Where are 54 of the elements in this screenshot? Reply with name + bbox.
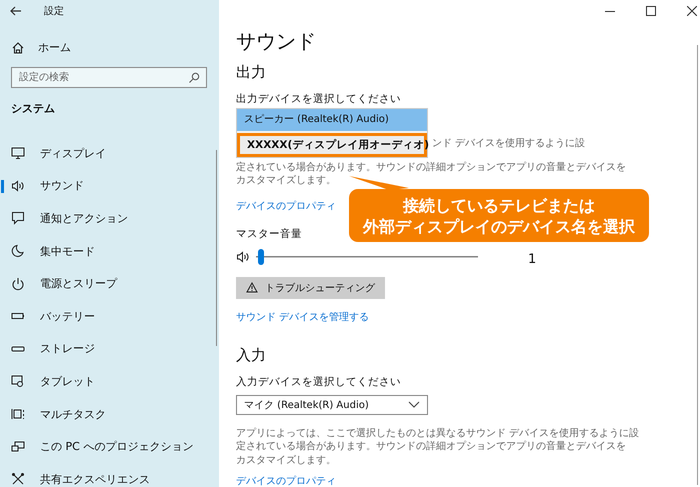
manage-devices-link[interactable]: サウンド デバイスを管理する [236, 310, 370, 324]
window-title: 設定 [44, 4, 64, 18]
search-icon [188, 72, 200, 84]
sidebar-item[interactable]: ディスプレイ [0, 137, 219, 170]
chevron-down-icon [408, 401, 420, 408]
sidebar-item[interactable]: ストレージ [0, 332, 219, 366]
description-text: 定されている場合があります。サウンドの詳細オプションでアプリの音量とデバイスを [236, 440, 626, 454]
description-text: 定されている場合があります。サウンドの詳細オプションでアプリの音量とデバイスを [236, 160, 626, 174]
page-title: サウンド [236, 28, 317, 54]
share-icon [11, 472, 25, 486]
section-heading: 出力 [236, 62, 267, 82]
callout-text: 接続しているテレビまたは [403, 194, 595, 216]
tablet-icon [11, 374, 25, 388]
home-nav-item[interactable]: ホーム [11, 40, 71, 55]
field-label: 入力デバイスを選択してください [236, 374, 401, 388]
multi-icon [11, 407, 25, 422]
section-heading: 入力 [236, 344, 267, 364]
input-device-dropdown[interactable]: マイク (Realtek(R) Audio) [236, 394, 428, 414]
sidebar-item[interactable]: バッテリー [0, 300, 219, 333]
description-text: カスタマイズします。 [236, 454, 336, 467]
description-text: アプリによっては、ここで選択したものとは異なるサウンド デバイスを使用するように設 [236, 426, 640, 440]
device-properties-link[interactable]: デバイスのプロパティ [236, 200, 336, 214]
volume-value: 1 [528, 252, 536, 267]
sidebar-item[interactable]: この PC へのプロジェクション [0, 430, 219, 463]
search-field[interactable]: 設定の検索 [11, 67, 207, 88]
maximize-icon[interactable] [646, 6, 656, 16]
sound-icon [11, 178, 25, 193]
description-text: カスタマイズします。 [236, 174, 336, 188]
section-heading: システム [11, 101, 56, 116]
notify-icon [11, 211, 25, 226]
volume-label: マスター音量 [236, 226, 302, 240]
device-properties-link[interactable]: デバイスのプロパティ [236, 475, 336, 487]
sidebar-item[interactable]: 共有エクスペリエンス [0, 462, 219, 487]
sidebar-item[interactable]: 集中モード [0, 234, 219, 268]
sidebar-item[interactable]: サウンド [0, 170, 219, 202]
home-icon [11, 40, 25, 54]
dropdown-option[interactable]: スピーカー (Realtek(R) Audio) [237, 109, 427, 131]
description-text: ンド デバイスを使用するように設 [432, 137, 586, 150]
warning-icon [246, 282, 258, 293]
moon-icon [11, 244, 25, 258]
troubleshoot-button[interactable]: トラブルシューティング [236, 276, 385, 298]
slider-thumb[interactable] [258, 248, 264, 264]
display-icon [11, 146, 25, 160]
sidebar-item[interactable]: タブレット [0, 365, 219, 398]
close-icon[interactable] [687, 6, 697, 16]
speaker-icon [236, 250, 250, 264]
project-icon [11, 440, 25, 454]
back-arrow-icon[interactable] [10, 6, 22, 16]
sidebar-item[interactable]: マルチタスク [0, 398, 219, 430]
sidebar-item[interactable]: 電源とスリープ [0, 267, 219, 300]
sidebar-item[interactable]: 通知とアクション [0, 202, 219, 235]
field-label: 出力デバイスを選択してください [236, 92, 401, 106]
callout-text: 外部ディスプレイのデバイス名を選択 [363, 216, 635, 236]
power-icon [11, 276, 25, 291]
